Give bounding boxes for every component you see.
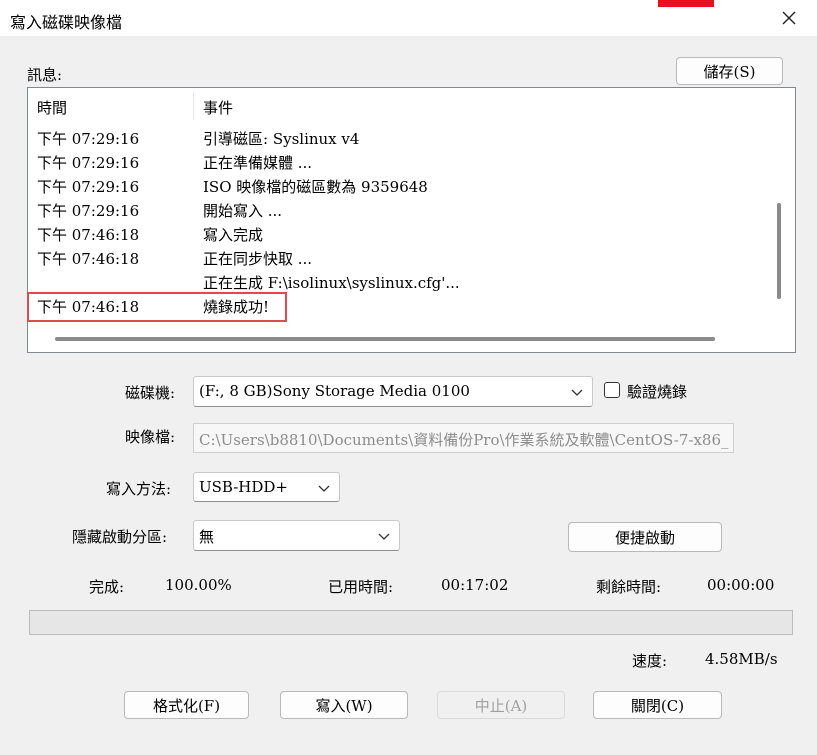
elapsed-value: 00:17:02: [441, 576, 509, 594]
vertical-scrollbar[interactable]: [777, 203, 781, 299]
log-event: 正在準備媒體 ...: [203, 154, 313, 172]
horizontal-scrollbar[interactable]: [55, 337, 715, 341]
window-title: 寫入磁碟映像檔: [10, 13, 123, 32]
log-event: 寫入完成: [203, 226, 264, 244]
log-time: 下午 07:29:16: [37, 130, 140, 148]
remaining-label: 剩餘時間:: [596, 578, 662, 596]
log-time: 下午 07:46:18: [37, 250, 140, 268]
save-button[interactable]: 儲存(S): [676, 57, 783, 85]
log-header: 時間 事件: [28, 88, 770, 124]
log-time: 下午 07:29:16: [37, 154, 140, 172]
done-value: 100.00%: [165, 576, 232, 594]
log-row: 下午 07:46:18 寫入完成: [28, 222, 770, 246]
chevron-down-icon: [378, 533, 390, 540]
drive-value: (F:, 8 GB)Sony Storage Media 0100: [199, 382, 470, 400]
title-bar-accent: [658, 0, 714, 7]
column-header-time[interactable]: 時間: [37, 97, 67, 118]
log-event: 正在生成 F:\isolinux\syslinux.cfg'...: [203, 274, 460, 292]
hidden-partition-label: 隱藏啟動分區:: [72, 528, 168, 546]
log-row: 下午 07:29:16 開始寫入 ...: [28, 198, 770, 222]
log-row: 下午 07:29:16 ISO 映像檔的磁區數為 9359648: [28, 174, 770, 198]
log-time: 下午 07:29:16: [37, 178, 140, 196]
window-close-button[interactable]: [760, 0, 817, 36]
log-time: 下午 07:29:16: [37, 202, 140, 220]
remaining-value: 00:00:00: [707, 576, 775, 594]
speed-label: 速度:: [632, 652, 668, 670]
column-divider[interactable]: [193, 92, 194, 120]
write-method-select[interactable]: USB-HDD+: [193, 472, 340, 502]
close-icon: [782, 11, 795, 25]
progress-bar: [29, 610, 793, 635]
log-event: 引導磁區: Syslinux v4: [203, 130, 360, 148]
log-time: 下午 07:46:18: [37, 226, 140, 244]
log-event: 開始寫入 ...: [203, 202, 283, 220]
log-row: 下午 07:29:16 正在準備媒體 ...: [28, 150, 770, 174]
speed-value: 4.58MB/s: [705, 650, 778, 668]
image-path-value: C:\Users\b8810\Documents\資料備份Pro\作業系統及軟體…: [199, 431, 729, 449]
format-button[interactable]: 格式化(F): [124, 691, 249, 719]
image-path-field[interactable]: C:\Users\b8810\Documents\資料備份Pro\作業系統及軟體…: [193, 423, 734, 453]
quick-boot-button[interactable]: 便捷啟動: [568, 522, 722, 552]
write-method-value: USB-HDD+: [199, 478, 288, 496]
verify-checkbox[interactable]: [604, 382, 620, 398]
log-label: 訊息:: [27, 66, 63, 84]
verify-label[interactable]: 驗證燒錄: [627, 381, 687, 402]
success-row-highlight: [27, 292, 287, 322]
write-method-label: 寫入方法:: [106, 480, 172, 498]
drive-label: 磁碟機:: [125, 384, 176, 402]
log-row: 下午 07:46:18 正在同步快取 ...: [28, 246, 770, 270]
log-event: ISO 映像檔的磁區數為 9359648: [203, 178, 428, 196]
abort-button[interactable]: 中止(A): [437, 691, 565, 719]
write-button[interactable]: 寫入(W): [280, 691, 408, 719]
log-row: 正在生成 F:\isolinux\syslinux.cfg'...: [28, 270, 770, 294]
elapsed-label: 已用時間:: [328, 578, 394, 596]
chevron-down-icon: [318, 485, 330, 492]
drive-select[interactable]: (F:, 8 GB)Sony Storage Media 0100: [193, 376, 593, 407]
chevron-down-icon: [571, 389, 583, 396]
done-label: 完成:: [89, 578, 125, 596]
log-event: 正在同步快取 ...: [203, 250, 313, 268]
hidden-partition-select[interactable]: 無: [193, 520, 400, 551]
close-button[interactable]: 關閉(C): [593, 691, 722, 719]
hidden-partition-value: 無: [199, 528, 215, 546]
image-label: 映像檔:: [125, 428, 176, 446]
log-row: 下午 07:29:16 引導磁區: Syslinux v4: [28, 126, 770, 150]
column-header-event[interactable]: 事件: [203, 97, 233, 118]
progress-fill: [30, 611, 792, 634]
